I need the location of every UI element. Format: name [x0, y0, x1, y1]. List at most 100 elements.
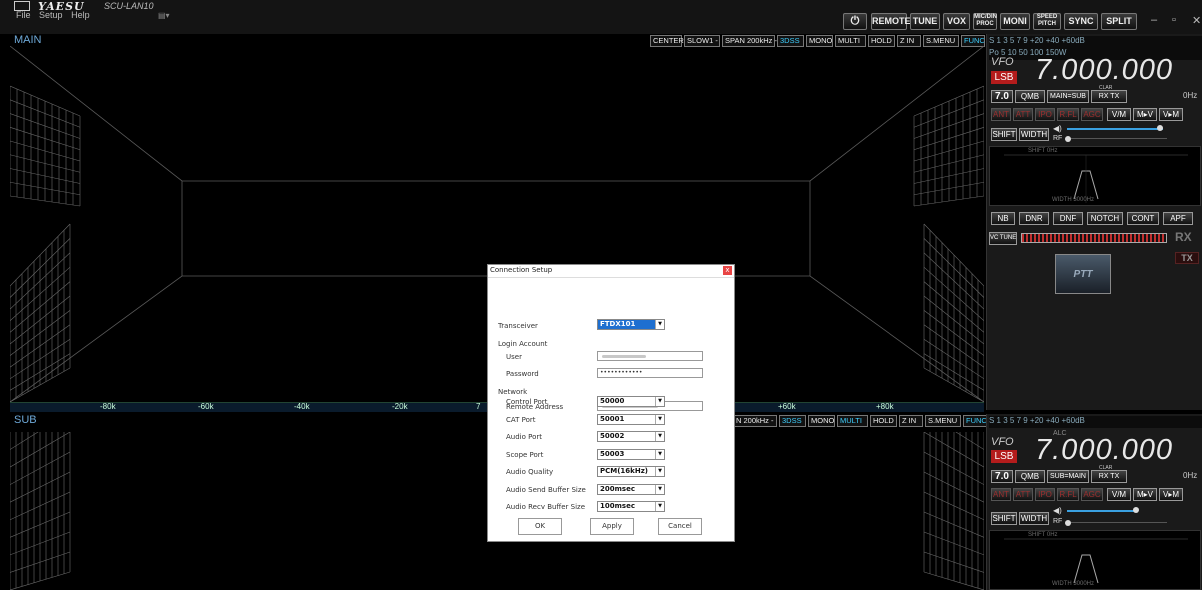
af-gain-slider[interactable] — [1067, 128, 1163, 130]
sub-att-button[interactable]: ATT — [1013, 488, 1033, 501]
dnf-button[interactable]: DNF — [1053, 212, 1083, 225]
agc-button[interactable]: AGC — [1081, 108, 1103, 121]
sub-vm-write-button[interactable]: V▸M — [1159, 488, 1183, 501]
view-menu-icon[interactable]: ▤▾ — [158, 11, 170, 20]
chevron-down-icon: ▼ — [655, 484, 664, 494]
sub-ipo-button[interactable]: IPO — [1035, 488, 1055, 501]
sub-control-3[interactable]: MULTI — [837, 415, 868, 427]
port-select-6[interactable]: 100msec ▼ — [597, 501, 665, 512]
band-button[interactable]: 7.0 — [991, 90, 1013, 103]
menu-setup[interactable]: Setup — [39, 10, 63, 20]
sub-clar-offset: 0Hz — [1183, 471, 1198, 480]
moni-button[interactable]: MONI — [1000, 13, 1030, 30]
mic-proc-button[interactable]: MIC/DIN PROC — [973, 13, 997, 30]
rf-gain-knob[interactable] — [1065, 136, 1071, 142]
ant-button[interactable]: ANT — [991, 108, 1011, 121]
notch-button[interactable]: NOTCH — [1087, 212, 1123, 225]
sub-frequency-display[interactable]: 7.000.000 — [1035, 434, 1173, 467]
rx-indicator: RX — [1175, 230, 1192, 244]
sub-control-2[interactable]: MONO — [808, 415, 835, 427]
sub-mode-badge[interactable]: LSB — [991, 450, 1017, 463]
power-button[interactable]: ⏻ — [843, 13, 867, 30]
port-value-5: 200msec — [600, 484, 635, 493]
port-select-0[interactable]: 50000 ▼ — [597, 396, 665, 407]
tune-button[interactable]: TUNE — [910, 13, 940, 30]
sub-vfo-panel: S 1 3 5 7 9 +20 +40 +60dB ALC VFO LSB 7.… — [986, 414, 1202, 590]
vc-tune-button[interactable]: VC TUNE — [989, 232, 1017, 245]
sub-af-gain-knob[interactable] — [1133, 507, 1139, 513]
sub-vm-button[interactable]: V/M — [1107, 488, 1131, 501]
sub-qmb-button[interactable]: QMB — [1015, 470, 1045, 483]
port-select-1[interactable]: 50001 ▼ — [597, 413, 665, 425]
sub-main-swap-button[interactable]: SUB=MAIN — [1047, 470, 1089, 483]
sub-agc-button[interactable]: AGC — [1081, 488, 1103, 501]
sub-ant-button[interactable]: ANT — [991, 488, 1011, 501]
shift-button[interactable]: SHIFT — [991, 128, 1017, 141]
port-select-5[interactable]: 200msec ▼ — [597, 483, 665, 495]
vfo-label: VFO — [991, 56, 1014, 68]
chevron-down-icon: ▼ — [655, 432, 664, 441]
ipo-button[interactable]: IPO — [1035, 108, 1055, 121]
sub-filter-passband — [1004, 538, 1188, 584]
sub-mv-button[interactable]: M▸V — [1133, 488, 1157, 501]
speed-pitch-button[interactable]: SPEED PITCH — [1033, 13, 1061, 30]
main-frequency-display[interactable]: 7.000.000 — [1035, 54, 1173, 87]
port-select-2[interactable]: 50002 ▼ — [597, 431, 665, 442]
close-button[interactable]: ✕ — [1192, 14, 1201, 27]
password-field[interactable]: •••••••••••• — [597, 368, 703, 378]
sync-button[interactable]: SYNC — [1064, 13, 1098, 30]
sub-shift-button[interactable]: SHIFT — [991, 512, 1017, 525]
sub-clar-rxtx-button[interactable]: RX TX — [1091, 470, 1127, 483]
port-select-3[interactable]: 50003 ▼ — [597, 448, 665, 460]
port-select-4[interactable]: PCM(16kHz) ▼ — [597, 466, 665, 477]
chevron-down-icon: ▼ — [655, 397, 664, 406]
vm-button[interactable]: V/M — [1107, 108, 1131, 121]
sub-width-button[interactable]: WIDTH — [1019, 512, 1049, 525]
sub-af-gain-slider[interactable] — [1067, 510, 1137, 512]
menu-bar: File Setup Help — [16, 10, 96, 20]
af-gain-knob[interactable] — [1157, 125, 1163, 131]
split-button[interactable]: SPLIT — [1101, 13, 1137, 30]
remote-button[interactable]: REMOTE — [871, 13, 911, 30]
cancel-button[interactable]: Cancel — [658, 518, 702, 535]
vm-write-button[interactable]: V▸M — [1159, 108, 1183, 121]
rf-gain-slider[interactable] — [1071, 138, 1167, 139]
menu-file[interactable]: File — [16, 10, 31, 20]
sub-control-1[interactable]: 3DSS — [779, 415, 806, 427]
mode-badge[interactable]: LSB — [991, 71, 1017, 84]
apf-button[interactable]: APF — [1163, 212, 1193, 225]
sub-band-button[interactable]: 7.0 — [991, 470, 1013, 483]
maximize-button[interactable]: ▫ — [1172, 14, 1176, 26]
mv-button[interactable]: M▸V — [1133, 108, 1157, 121]
chevron-down-icon: ▼ — [655, 467, 664, 476]
main-sub-swap-button[interactable]: MAIN=SUB — [1047, 90, 1089, 103]
dnr-button[interactable]: DNR — [1019, 212, 1049, 225]
sub-rf-gain-knob[interactable] — [1065, 520, 1071, 526]
ok-button[interactable]: OK — [518, 518, 562, 535]
vox-button[interactable]: VOX — [943, 13, 970, 30]
cont-button[interactable]: CONT — [1127, 212, 1159, 225]
sub-control-5[interactable]: Z IN — [899, 415, 923, 427]
user-field[interactable] — [597, 351, 703, 361]
dialog-close-button[interactable]: x — [723, 266, 732, 275]
sub-control-7[interactable]: FUNC — [963, 415, 987, 427]
minimize-button[interactable]: – — [1151, 14, 1157, 26]
sub-control-6[interactable]: S.MENU — [925, 415, 961, 427]
sub-rf-gain-slider[interactable] — [1071, 522, 1167, 523]
ptt-button[interactable]: PTT — [1055, 254, 1111, 294]
nb-button[interactable]: NB — [991, 212, 1015, 225]
transceiver-select[interactable]: FTDX101 ▼ — [597, 319, 665, 330]
sub-control-0[interactable]: N 200kHz - — [733, 415, 777, 427]
apply-button[interactable]: Apply — [590, 518, 634, 535]
rfl-button[interactable]: R.FL — [1057, 108, 1079, 121]
width-button[interactable]: WIDTH — [1019, 128, 1049, 141]
vc-tune-bar[interactable] — [1021, 233, 1167, 243]
port-label-1: CAT Port — [506, 415, 536, 424]
sub-rfl-button[interactable]: R.FL — [1057, 488, 1079, 501]
clar-rxtx-button[interactable]: RX TX — [1091, 90, 1127, 103]
qmb-button[interactable]: QMB — [1015, 90, 1045, 103]
att-button[interactable]: ATT — [1013, 108, 1033, 121]
dialog-title: Connection Setup — [490, 266, 553, 274]
menu-help[interactable]: Help — [71, 10, 90, 20]
sub-control-4[interactable]: HOLD — [870, 415, 897, 427]
